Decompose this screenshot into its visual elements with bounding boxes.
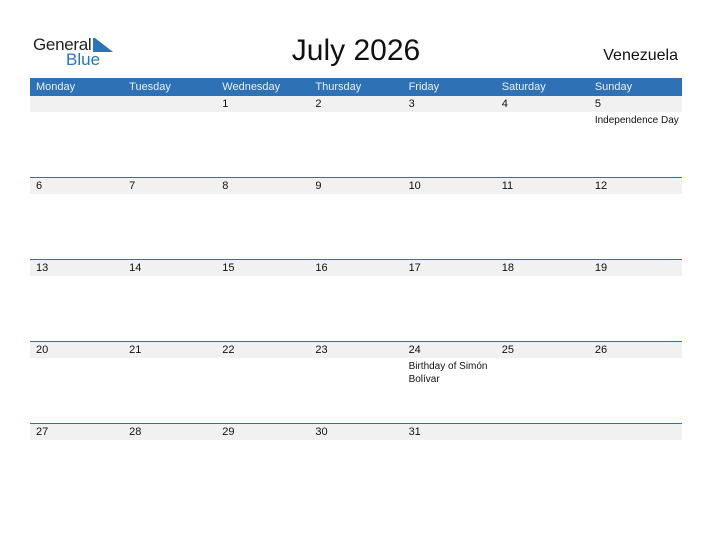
holiday-label [30, 194, 123, 196]
week-row: 13 14 15 16 17 18 19 [30, 259, 682, 341]
holiday-label [309, 440, 402, 442]
day-number: 6 [36, 180, 43, 192]
holiday-label [123, 440, 216, 442]
weekday-monday: Monday [36, 81, 76, 93]
holiday-label [403, 276, 496, 278]
holiday-label [216, 276, 309, 278]
day-number-row: 6 7 8 9 10 11 12 [30, 178, 682, 194]
country-label: Venezuela [603, 47, 678, 64]
day-number: 5 [594, 98, 601, 110]
week-row: 1 2 3 4 5 Independence Day [30, 96, 682, 177]
holiday-label [496, 112, 589, 127]
day-number: 24 [408, 344, 421, 356]
day-number: 21 [129, 344, 142, 356]
weekday-friday: Friday [408, 81, 440, 93]
day-number: 12 [594, 180, 608, 192]
holiday-label [216, 440, 309, 442]
holiday-label [496, 194, 589, 196]
holiday-label [589, 358, 682, 386]
day-number: 26 [594, 344, 608, 356]
day-number: 22 [222, 344, 235, 356]
day-number: 1 [222, 98, 229, 110]
calendar: Monday Tuesday Wednesday Thursday Friday… [30, 78, 682, 505]
holiday-label [589, 194, 682, 196]
week-row: 6 7 8 9 10 11 12 [30, 177, 682, 259]
holiday-label [216, 194, 309, 196]
day-number: 25 [501, 344, 514, 356]
holiday-label [123, 194, 216, 196]
holiday-label [123, 276, 216, 278]
event-row [30, 194, 682, 196]
day-number: 30 [315, 426, 328, 438]
day-number: 8 [222, 180, 229, 192]
holiday-label [309, 276, 402, 278]
day-number: 2 [315, 98, 322, 110]
day-number: 7 [129, 180, 136, 192]
holiday-label [30, 112, 123, 127]
weekday-sunday: Sunday [594, 81, 633, 93]
holiday-label [216, 112, 309, 127]
week-row: 20 21 22 23 24 25 26 Birthday of Simón Bolívar [30, 341, 682, 423]
holiday-label [403, 440, 496, 442]
day-number: 14 [129, 262, 142, 274]
holiday-label [30, 358, 123, 386]
holiday-label [403, 112, 496, 127]
holiday-label [123, 358, 216, 386]
weekday-thursday: Thursday [315, 81, 362, 93]
day-number [496, 424, 589, 440]
day-number: 10 [408, 180, 421, 192]
event-row [30, 276, 682, 278]
holiday-label [123, 112, 216, 127]
holiday-label [589, 276, 682, 278]
holiday-label [30, 440, 123, 442]
day-number-row: 20 21 22 23 24 25 26 [30, 342, 682, 358]
day-number: 29 [222, 426, 235, 438]
day-number-row: 27 28 29 30 31 [30, 424, 682, 440]
day-number: 9 [315, 180, 322, 192]
holiday-label [496, 358, 589, 386]
event-row: Birthday of Simón Bolívar [30, 358, 682, 386]
weekday-tuesday: Tuesday [129, 81, 171, 93]
day-number: 4 [501, 98, 508, 110]
day-number: 15 [222, 262, 235, 274]
holiday-label [309, 194, 402, 196]
weekday-saturday: Saturday [501, 81, 546, 93]
weekday-wednesday: Wednesday [222, 81, 281, 93]
day-number: 3 [408, 98, 415, 110]
day-number [589, 424, 682, 440]
day-number: 17 [408, 262, 421, 274]
day-number: 19 [594, 262, 608, 274]
day-number: 27 [36, 426, 49, 438]
day-number-row: 1 2 3 4 5 [30, 96, 682, 112]
holiday-label: Birthday of Simón Bolívar [408, 361, 488, 385]
day-number: 28 [129, 426, 142, 438]
holiday-label [496, 440, 589, 442]
week-row: 27 28 29 30 31 [30, 423, 682, 505]
day-number: 20 [36, 344, 49, 356]
day-number: 31 [408, 426, 421, 438]
day-number: 23 [315, 344, 328, 356]
holiday-label [30, 276, 123, 278]
day-number [123, 96, 216, 112]
day-number [30, 96, 123, 112]
holiday-label [403, 194, 496, 196]
day-number: 16 [315, 262, 328, 274]
day-number-row: 13 14 15 16 17 18 19 [30, 260, 682, 276]
weekday-header: Monday Tuesday Wednesday Thursday Friday… [30, 78, 682, 96]
day-number: 18 [501, 262, 514, 274]
day-number: 13 [36, 262, 49, 274]
event-row [30, 440, 682, 442]
holiday-label [309, 112, 402, 127]
day-number: 11 [501, 180, 514, 192]
holiday-label [589, 440, 682, 442]
holiday-label: Independence Day [594, 115, 679, 126]
event-row: Independence Day [30, 112, 682, 127]
holiday-label [216, 358, 309, 386]
holiday-label [496, 276, 589, 278]
holiday-label [309, 358, 402, 386]
